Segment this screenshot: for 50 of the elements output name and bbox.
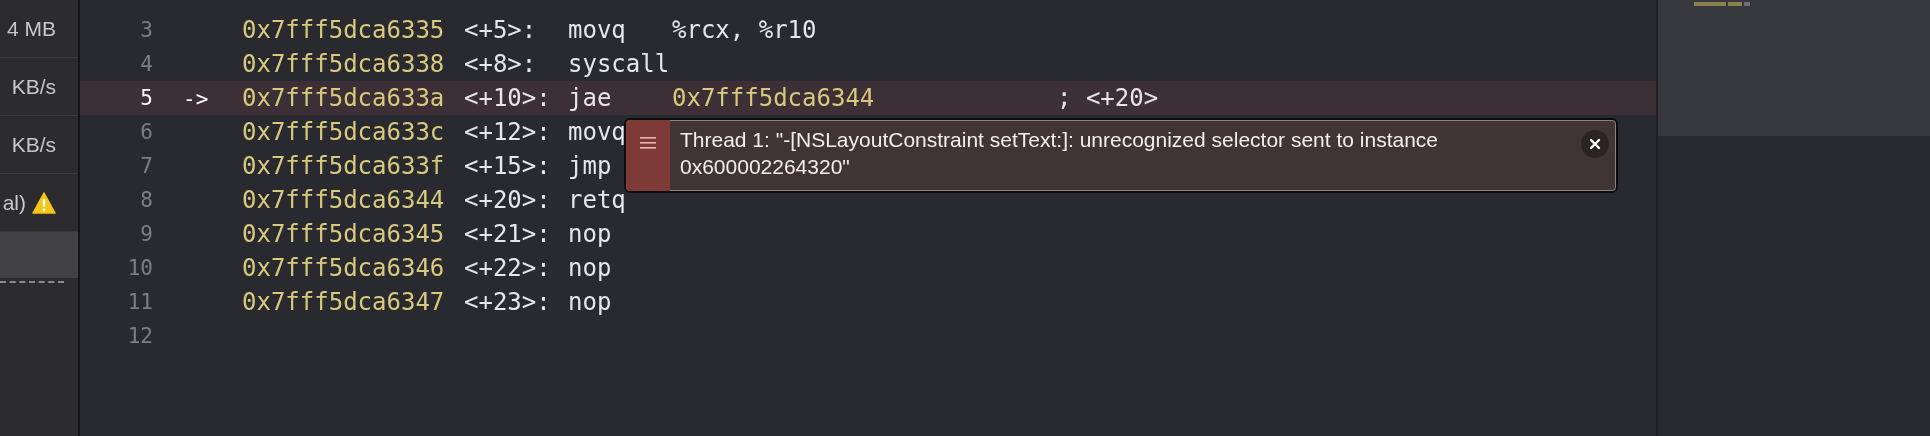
instruction-address: 0x7fff5dca6338 [242, 50, 446, 78]
instruction-mnemonic: nop [568, 254, 612, 282]
minimap-drawing [1694, 2, 1751, 7]
line-number: 4 [139, 52, 153, 76]
sidebar-value: 4 MB [7, 16, 56, 41]
instruction-offset: <+8>: [464, 50, 537, 78]
instruction-mnemonic: nop [568, 288, 612, 316]
line-number: 7 [139, 154, 153, 178]
instruction-address: 0x7fff5dca633c [242, 118, 446, 146]
instruction-mnemonic: jae [568, 84, 612, 112]
instruction-offset: <+10>: [464, 84, 551, 112]
sidebar-value: KB/s [11, 132, 56, 157]
instruction-mnemonic: syscall [568, 50, 670, 78]
line-number: 3 [139, 18, 153, 42]
error-message: Thread 1: "-[NSLayoutConstraint setText:]: unrecognized selector sent to instance 0x600002264320" [679, 127, 1440, 180]
instruction-address: 0x7fff5dca6347 [242, 288, 446, 316]
instruction-mnemonic: retq [568, 186, 626, 214]
instruction-offset: <+21>: [464, 220, 551, 248]
sidebar-value: al) [2, 190, 26, 215]
line-number: 11 [126, 290, 153, 314]
instruction-mnemonic: jmp [568, 152, 612, 180]
instruction-address: 0x7fff5dca633f [242, 152, 446, 180]
instruction-offset: <+20>: [464, 186, 551, 214]
instruction-offset: <+22>: [464, 254, 551, 282]
instruction-mnemonic: nop [568, 220, 612, 248]
instruction-mnemonic: movq [568, 16, 626, 44]
close-icon [1589, 138, 1601, 150]
close-button[interactable] [1581, 130, 1609, 158]
line-number: 6 [139, 120, 153, 144]
line-number: 9 [139, 222, 153, 246]
instruction-offset: <+5>: [464, 16, 537, 44]
instruction-operands: 0x7fff5dca6344 [672, 84, 875, 112]
instruction-address: 0x7fff5dca6345 [242, 220, 446, 248]
instruction-pointer-arrow: -> [183, 87, 209, 111]
instruction-offset: <+23>: [464, 288, 551, 316]
instruction-offset: <+12>: [464, 118, 551, 146]
instruction-address: 0x7fff5dca633a [242, 84, 446, 112]
line-number: 12 [126, 324, 153, 348]
instruction-mnemonic: movq [568, 118, 626, 146]
line-number: 5 [139, 86, 153, 110]
instruction-address: 0x7fff5dca6346 [242, 254, 446, 282]
code-comment: ; <+20> [1057, 84, 1159, 112]
instruction-address: 0x7fff5dca6344 [242, 186, 446, 214]
menu-icon[interactable] [640, 137, 656, 149]
instruction-offset: <+15>: [464, 152, 551, 180]
instruction-operands: %rcx, %r10 [672, 16, 817, 44]
line-number: 8 [139, 188, 153, 212]
sidebar-value: KB/s [11, 74, 56, 99]
instruction-address: 0x7fff5dca6335 [242, 16, 446, 44]
line-number: 10 [126, 256, 153, 280]
